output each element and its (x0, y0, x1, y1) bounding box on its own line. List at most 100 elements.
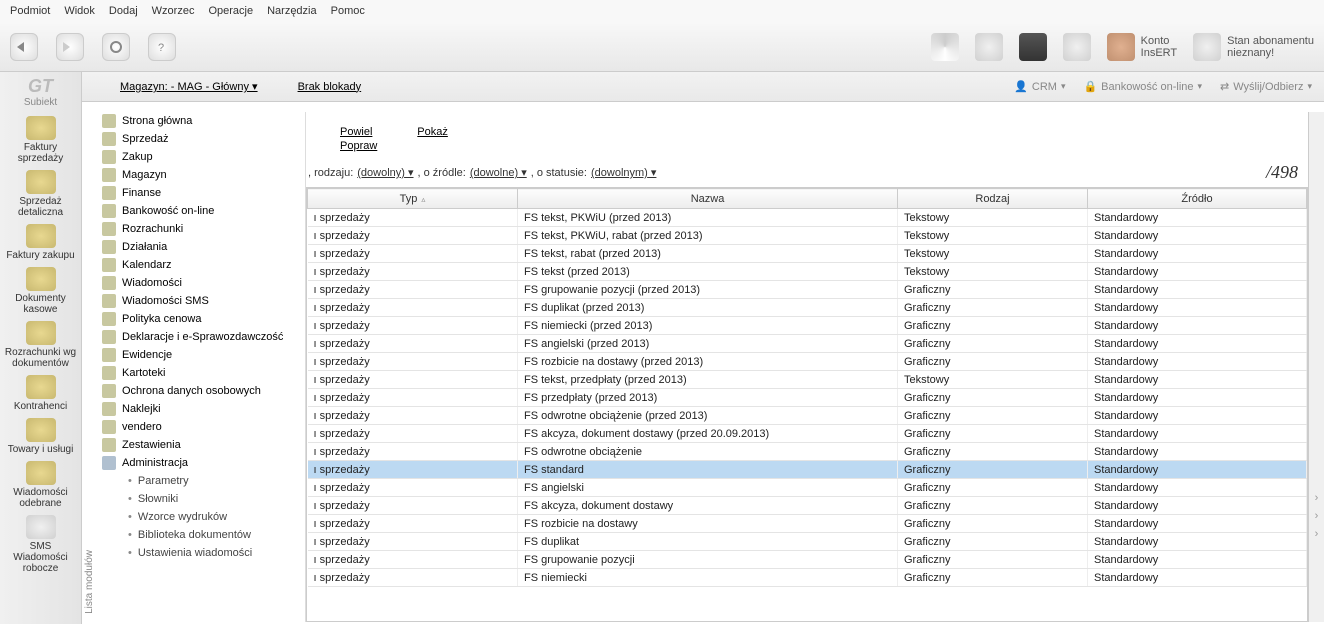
tree-subnode[interactable]: Wzorce wydruków (96, 508, 305, 526)
menu-wzorzec[interactable]: Wzorzec (152, 5, 195, 17)
tree-node[interactable]: Działania (96, 238, 305, 256)
sidebar-shortcut[interactable]: Dokumentykasowe (5, 267, 76, 315)
account-line2: InsERT (1141, 47, 1177, 59)
tree-node[interactable]: Rozrachunki (96, 220, 305, 238)
warehouse-selector[interactable]: Magazyn: - MAG - Główny ▾ (120, 80, 258, 93)
tree-node[interactable]: Strona główna (96, 112, 305, 130)
tree-subnode[interactable]: Parametry (96, 472, 305, 490)
tree-subnode[interactable]: Słowniki (96, 490, 305, 508)
tree-node[interactable]: Finanse (96, 184, 305, 202)
main-content: Powiel Popraw Pokaż , rodzaju: (dowolny)… (306, 112, 1308, 622)
sidebar-shortcut[interactable]: Wiadomościodebrane (5, 461, 76, 509)
table-row[interactable]: ı sprzedażyFS niemieckiGraficznyStandard… (308, 569, 1307, 587)
menu-dodaj[interactable]: Dodaj (109, 5, 138, 17)
table-row[interactable]: ı sprzedażyFS odwrotne obciążenie (przed… (308, 407, 1307, 425)
sidebar-shortcut[interactable]: Faktury zakupu (5, 224, 76, 261)
tree-node[interactable]: Kalendarz (96, 256, 305, 274)
table-row[interactable]: ı sprzedażyFS akcyza, dokument dostawy (… (308, 425, 1307, 443)
table-row[interactable]: ı sprzedażyFS rozbicie na dostawy (przed… (308, 353, 1307, 371)
table-row[interactable]: ı sprzedażyFS duplikatGraficznyStandardo… (308, 533, 1307, 551)
globe-icon[interactable] (975, 33, 1003, 61)
forward-icon[interactable] (56, 33, 84, 61)
chevron-right-icon[interactable]: › (1315, 528, 1319, 540)
table-row[interactable]: ı sprzedażyFS tekst, PKWiU, rabat (przed… (308, 227, 1307, 245)
tree-node[interactable]: Zakup (96, 148, 305, 166)
shortcut-icon (26, 515, 56, 539)
tree-node[interactable]: Naklejki (96, 400, 305, 418)
sidebar-shortcut[interactable]: Fakturysprzedaży (5, 116, 76, 164)
folder-icon (102, 384, 116, 398)
col-nazwa[interactable]: Nazwa (518, 189, 898, 209)
menu-narzedzia[interactable]: Narzędzia (267, 5, 317, 17)
col-zrodlo[interactable]: Źródło (1088, 189, 1307, 209)
tree-subnode[interactable]: Ustawienia wiadomości (96, 544, 305, 562)
tree-node[interactable]: Wiadomości SMS (96, 292, 305, 310)
table-row[interactable]: ı sprzedażyFS standardGraficznyStandardo… (308, 461, 1307, 479)
person-icon: 👤 (1014, 80, 1028, 93)
sidebar-shortcut[interactable]: Towary i usługi (5, 418, 76, 455)
menu-podmiot[interactable]: Podmiot (10, 5, 50, 17)
record-count: /498 (1266, 162, 1306, 183)
table-row[interactable]: ı sprzedażyFS odwrotne obciążenieGraficz… (308, 443, 1307, 461)
sidebar-shortcut[interactable]: Kontrahenci (5, 375, 76, 412)
send-receive-button[interactable]: ⇄Wyślij/Odbierz▾ (1220, 80, 1312, 93)
menu-widok[interactable]: Widok (64, 5, 95, 17)
tree-node[interactable]: Wiadomości (96, 274, 305, 292)
table-row[interactable]: ı sprzedażyFS tekst (przed 2013)Tekstowy… (308, 263, 1307, 281)
table-row[interactable]: ı sprzedażyFS tekst, rabat (przed 2013)T… (308, 245, 1307, 263)
tree-node[interactable]: Administracja (96, 454, 305, 472)
table-row[interactable]: ı sprzedażyFS duplikat (przed 2013)Grafi… (308, 299, 1307, 317)
table-row[interactable]: ı sprzedażyFS tekst, PKWiU (przed 2013)T… (308, 209, 1307, 227)
database-icon[interactable] (1063, 33, 1091, 61)
tree-node[interactable]: Polityka cenowa (96, 310, 305, 328)
tree-subnode[interactable]: Biblioteka dokumentów (96, 526, 305, 544)
sidebar-shortcut[interactable]: SMSWiadomościrobocze (5, 515, 76, 574)
shortcut-icon (26, 224, 56, 248)
action-pokaz[interactable]: Pokaż (417, 126, 448, 138)
banking-button[interactable]: 🔒Bankowość on-line▾ (1083, 80, 1202, 93)
sidebar-shortcut[interactable]: Rozrachunki wgdokumentów (5, 321, 76, 369)
help-icon[interactable]: ? (148, 33, 176, 61)
filter-rodzaj[interactable]: (dowolny) ▾ (357, 166, 413, 179)
table-row[interactable]: ı sprzedażyFS angielski (przed 2013)Graf… (308, 335, 1307, 353)
menu-pomoc[interactable]: Pomoc (331, 5, 365, 17)
tree-node[interactable]: Deklaracje i e-Sprawozdawczość (96, 328, 305, 346)
tree-node[interactable]: vendero (96, 418, 305, 436)
tree-node[interactable]: Sprzedaż (96, 130, 305, 148)
col-typ[interactable]: Typ▵ (308, 189, 518, 209)
chevron-right-icon[interactable]: › (1315, 492, 1319, 504)
filter-status[interactable]: (dowolnym) ▾ (591, 166, 656, 179)
svg-text:?: ? (158, 42, 164, 54)
filter-zrodlo[interactable]: (dowolne) ▾ (470, 166, 527, 179)
action-powiel[interactable]: Powiel (340, 126, 377, 138)
table-row[interactable]: ı sprzedażyFS grupowanie pozycjiGraficzn… (308, 551, 1307, 569)
table-row[interactable]: ı sprzedażyFS angielskiGraficznyStandard… (308, 479, 1307, 497)
table-row[interactable]: ı sprzedażyFS rozbicie na dostawyGraficz… (308, 515, 1307, 533)
menu-operacje[interactable]: Operacje (208, 5, 253, 17)
table-row[interactable]: ı sprzedażyFS przedpłaty (przed 2013)Gra… (308, 389, 1307, 407)
table-row[interactable]: ı sprzedażyFS grupowanie pozycji (przed … (308, 281, 1307, 299)
table-row[interactable]: ı sprzedażyFS niemiecki (przed 2013)Graf… (308, 317, 1307, 335)
table-row[interactable]: ı sprzedażyFS akcyza, dokument dostawyGr… (308, 497, 1307, 515)
table-row[interactable]: ı sprzedażyFS tekst, przedpłaty (przed 2… (308, 371, 1307, 389)
sidebar-shortcut[interactable]: Sprzedażdetaliczna (5, 170, 76, 218)
folder-icon (102, 402, 116, 416)
action-popraw[interactable]: Popraw (340, 140, 377, 152)
crm-button[interactable]: 👤CRM▾ (1014, 80, 1065, 93)
refresh-icon[interactable] (102, 33, 130, 61)
subscription-button[interactable]: Stan abonamentunieznany! (1193, 33, 1314, 61)
tree-node[interactable]: Kartoteki (96, 364, 305, 382)
tree-node[interactable]: Zestawienia (96, 436, 305, 454)
col-rodzaj[interactable]: Rodzaj (898, 189, 1088, 209)
back-icon[interactable] (10, 33, 38, 61)
lock-status[interactable]: Brak blokady (298, 81, 362, 93)
tree-node[interactable]: Ewidencje (96, 346, 305, 364)
shortcut-icon (26, 116, 56, 140)
account-button[interactable]: KontoInsERT (1107, 33, 1177, 61)
tree-node[interactable]: Magazyn (96, 166, 305, 184)
tree-node[interactable]: Bankowość on-line (96, 202, 305, 220)
cube-icon[interactable] (1019, 33, 1047, 61)
chevron-right-icon[interactable]: › (1315, 510, 1319, 522)
data-grid[interactable]: Typ▵ Nazwa Rodzaj Źródło ı sprzedażyFS t… (306, 187, 1308, 622)
tree-node[interactable]: Ochrona danych osobowych (96, 382, 305, 400)
